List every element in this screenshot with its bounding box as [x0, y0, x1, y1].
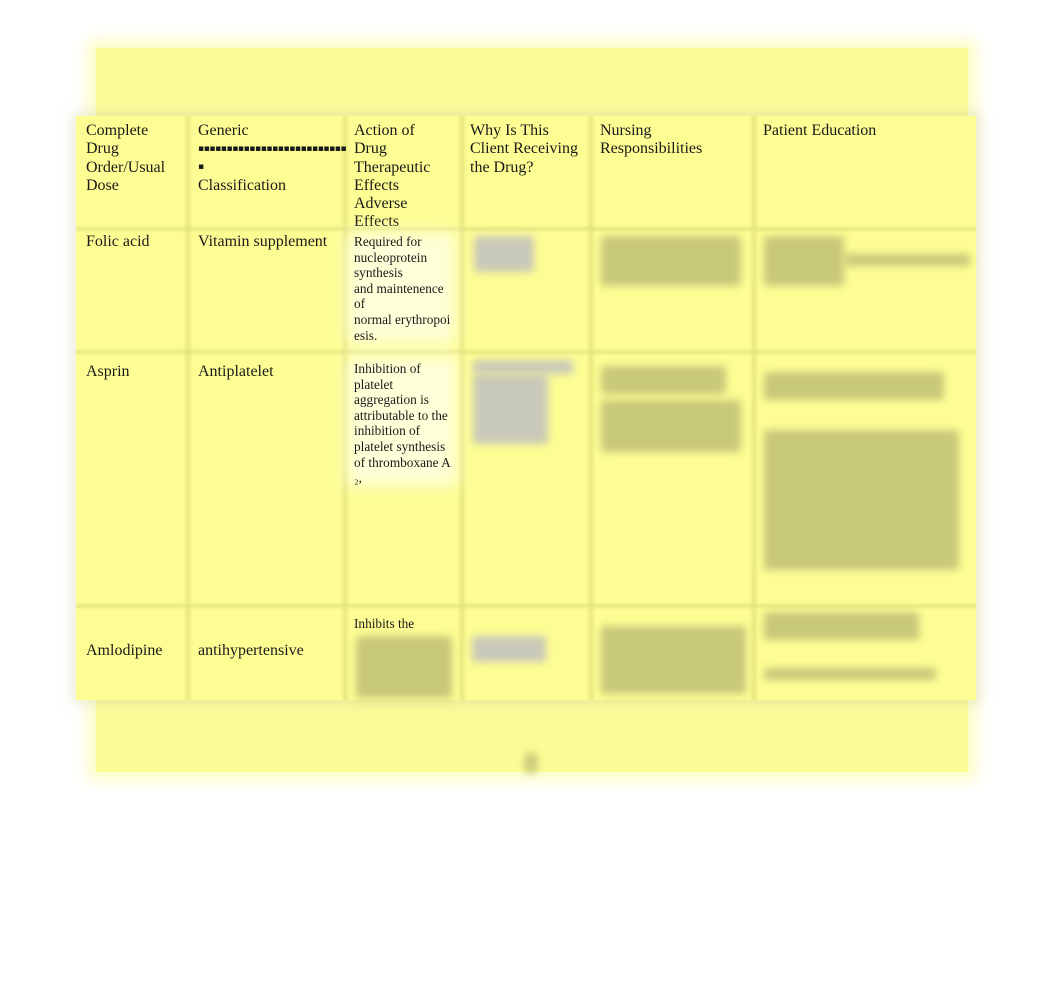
row-divider: [76, 348, 976, 356]
action-cell: Inhibition of platelet aggregation is at…: [354, 361, 451, 486]
redacted-education-text: [764, 668, 936, 680]
drug-name-cell: Amlodipine: [86, 642, 163, 659]
column-divider: [749, 116, 759, 700]
classification-cell: antihypertensive: [198, 642, 304, 659]
page-number-redacted: [524, 752, 538, 774]
classification-cell: Antiplatelet: [198, 363, 274, 380]
classification-cell: Vitamin supplement: [198, 233, 328, 250]
redacted-education-text: [764, 612, 919, 640]
redacted-why-text: [472, 636, 546, 662]
action-cell: Inhibits the: [354, 616, 415, 631]
header-nursing-responsibilities: Nursing Responsibilities: [600, 122, 703, 158]
drug-name-cell: Asprin: [86, 363, 130, 380]
redacted-nursing-text: [601, 400, 741, 452]
redacted-why-text: [473, 360, 573, 374]
redacted-why-text: [474, 236, 534, 272]
row-divider: [76, 225, 976, 233]
redacted-education-text: [764, 236, 844, 286]
header-classification: Classification: [198, 177, 286, 194]
row-divider: [76, 602, 976, 610]
redacted-nursing-text: [601, 236, 741, 286]
redacted-why-text: [473, 374, 548, 444]
header-why-receiving: Why Is This Client Receiving the Drug?: [470, 122, 578, 176]
redacted-education-text: [764, 372, 944, 400]
header-complete-drug-order: Complete Drug Order/Usual Dose: [86, 122, 166, 194]
header-patient-education: Patient Education: [763, 122, 877, 139]
redacted-nursing-text: [601, 366, 726, 394]
redacted-education-text: [844, 254, 970, 266]
redacted-action-text: [356, 636, 452, 698]
generic-separator-marks: ▪▪▪▪▪▪▪▪▪▪▪▪▪▪▪▪▪▪▪▪▪▪▪▪▪▪ ▪: [198, 144, 347, 173]
drug-name-cell: Folic acid: [86, 233, 150, 250]
action-cell: Required for nucleoprotein synthesis and…: [354, 234, 451, 343]
redacted-education-text: [764, 430, 959, 570]
header-action-of-drug: Action of Drug Therapeutic Effects Adver…: [354, 122, 431, 231]
redacted-nursing-text: [601, 626, 746, 694]
column-divider: [183, 116, 193, 700]
column-divider: [586, 116, 596, 700]
header-generic: Generic: [198, 122, 249, 139]
